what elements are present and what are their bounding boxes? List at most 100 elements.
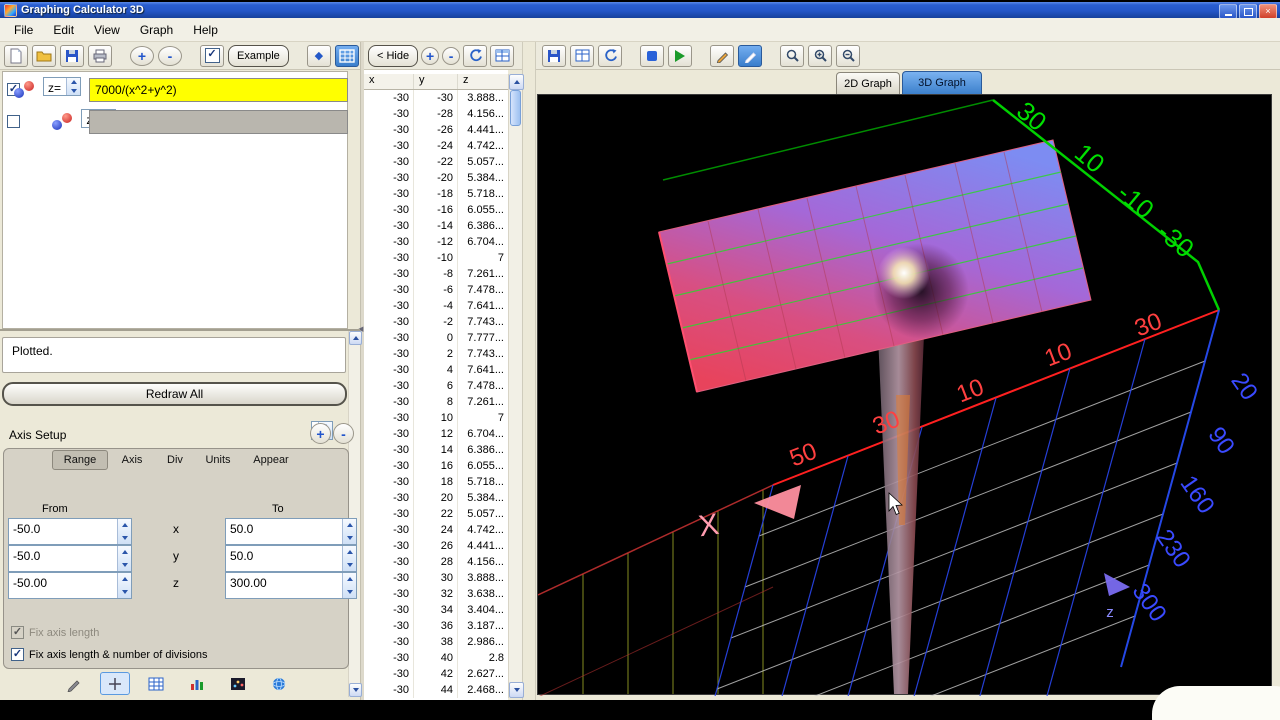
table-row[interactable]: -30 22 5.057... <box>364 506 508 522</box>
table-row[interactable]: -30 4 7.641... <box>364 362 508 378</box>
range-to-field[interactable]: 50.0 <box>225 545 357 572</box>
table-row[interactable]: -30 2 7.743... <box>364 346 508 362</box>
graph-3d-view[interactable]: 30 10 -10 -30 30 10 10 30 50 20 90 160 2… <box>537 94 1272 696</box>
table-row[interactable]: -30 -26 4.441... <box>364 122 508 138</box>
tab-axis[interactable]: Axis <box>110 450 154 470</box>
column-header-x[interactable]: x <box>364 74 414 89</box>
add-equation-button[interactable]: + <box>130 45 154 66</box>
export-table-button[interactable] <box>490 44 515 67</box>
range-from-field[interactable]: -50.0 <box>8 518 132 545</box>
table-row[interactable]: -30 30 3.888... <box>364 570 508 586</box>
redraw-all-button[interactable]: Redraw All <box>2 382 347 406</box>
spinner[interactable] <box>117 546 131 571</box>
table-row[interactable]: -30 24 4.742... <box>364 522 508 538</box>
table-row[interactable]: -30 26 4.441... <box>364 538 508 554</box>
check-equations-button[interactable]: ✓ <box>200 44 224 67</box>
left-panel-scrollbar[interactable] <box>348 331 362 697</box>
minimize-button[interactable] <box>1219 4 1237 19</box>
table-row[interactable]: -30 -8 7.261... <box>364 266 508 282</box>
tab-div[interactable]: Div <box>156 450 194 470</box>
add-axis-button[interactable]: + <box>310 423 331 444</box>
menu-help[interactable]: Help <box>183 20 228 40</box>
tab-3d-graph[interactable]: 3D Graph <box>902 71 982 94</box>
table-row[interactable]: -30 -6 7.478... <box>364 282 508 298</box>
table-zoom-in-button[interactable]: + <box>421 46 440 65</box>
table-row[interactable]: -30 -22 5.057... <box>364 154 508 170</box>
column-header-y[interactable]: y <box>414 74 458 89</box>
spinner[interactable] <box>342 519 356 544</box>
table-row[interactable]: -30 6 7.478... <box>364 378 508 394</box>
table-scrollbar[interactable] <box>508 74 524 698</box>
table-tool-button[interactable] <box>141 672 171 695</box>
equation2-checkbox[interactable] <box>7 115 20 128</box>
spinner[interactable] <box>342 546 356 571</box>
table-row[interactable]: -30 20 5.384... <box>364 490 508 506</box>
new-file-button[interactable] <box>4 44 28 67</box>
zoom-out-button[interactable] <box>836 44 860 67</box>
table-row[interactable]: -30 40 2.8 <box>364 650 508 666</box>
range-from-field[interactable]: -50.0 <box>8 545 132 572</box>
table-row[interactable]: -30 42 2.627... <box>364 666 508 682</box>
table-row[interactable]: -30 38 2.986... <box>364 634 508 650</box>
table-row[interactable]: -30 -2 7.743... <box>364 314 508 330</box>
table-row[interactable]: -30 36 3.187... <box>364 618 508 634</box>
open-file-button[interactable] <box>32 44 56 67</box>
equation2-input[interactable] <box>89 110 348 134</box>
scroll-down-icon[interactable] <box>349 683 362 697</box>
table-row[interactable]: -30 18 5.718... <box>364 474 508 490</box>
stop-rotation-button[interactable] <box>640 44 664 67</box>
show-table-button[interactable] <box>334 44 359 67</box>
recalculate-button[interactable] <box>463 44 488 67</box>
table-row[interactable]: -30 -20 5.384... <box>364 170 508 186</box>
save-image-button[interactable] <box>542 44 566 67</box>
chart-tool-button[interactable] <box>182 672 212 695</box>
spinner[interactable] <box>66 78 81 95</box>
tab-appear[interactable]: Appear <box>242 450 300 470</box>
range-to-field[interactable]: 300.00 <box>225 572 357 599</box>
maximize-button[interactable] <box>1239 4 1257 19</box>
table-row[interactable]: -30 -18 5.718... <box>364 186 508 202</box>
zoom-tool-button[interactable] <box>780 44 804 67</box>
equation1-type-select[interactable]: z= <box>43 77 82 96</box>
table-row[interactable]: -30 -4 7.641... <box>364 298 508 314</box>
range-to-field[interactable]: 50.0 <box>225 518 357 545</box>
equation1-input[interactable]: 7000/(x^2+y^2) <box>89 78 348 102</box>
save-button[interactable] <box>60 44 84 67</box>
spinner[interactable] <box>117 519 131 544</box>
rotate-tool-button[interactable] <box>738 44 762 67</box>
trace-tool-button[interactable] <box>710 44 734 67</box>
play-rotation-button[interactable] <box>668 44 692 67</box>
crosshair-tool-button[interactable] <box>100 672 130 695</box>
table-row[interactable]: -30 12 6.704... <box>364 426 508 442</box>
hide-table-button[interactable]: < Hide <box>368 44 419 67</box>
plot-button[interactable]: ◆ <box>306 44 331 67</box>
refresh-graph-button[interactable] <box>598 44 622 67</box>
table-row[interactable]: -30 32 3.638... <box>364 586 508 602</box>
scroll-up-icon[interactable] <box>349 331 362 345</box>
table-row[interactable]: -30 -16 6.055... <box>364 202 508 218</box>
table-row[interactable]: -30 -10 7 <box>364 250 508 266</box>
globe-tool-button[interactable] <box>264 672 294 695</box>
scrollbar-thumb[interactable] <box>510 90 521 126</box>
table-row[interactable]: -30 -14 6.386... <box>364 218 508 234</box>
table-row[interactable]: -30 14 6.386... <box>364 442 508 458</box>
menu-file[interactable]: File <box>4 20 43 40</box>
table-row[interactable]: -30 28 4.156... <box>364 554 508 570</box>
table-row[interactable]: -30 0 7.777... <box>364 330 508 346</box>
menu-edit[interactable]: Edit <box>43 20 84 40</box>
splitter-right[interactable] <box>522 42 536 700</box>
spinner[interactable] <box>342 573 356 598</box>
table-row[interactable]: -30 8 7.261... <box>364 394 508 410</box>
menu-graph[interactable]: Graph <box>130 20 183 40</box>
table-row[interactable]: -30 -12 6.704... <box>364 234 508 250</box>
tab-range[interactable]: Range <box>52 450 108 470</box>
table-zoom-out-button[interactable]: - <box>442 46 461 65</box>
table-row[interactable]: -30 34 3.404... <box>364 602 508 618</box>
scatter-tool-button[interactable] <box>223 672 253 695</box>
menu-view[interactable]: View <box>84 20 130 40</box>
close-button[interactable]: × <box>1259 4 1277 19</box>
table-row[interactable]: -30 -30 3.888... <box>364 90 508 106</box>
print-button[interactable] <box>88 44 112 67</box>
fix-axis-divisions-checkbox[interactable]: ✓ <box>11 648 24 661</box>
scroll-down-icon[interactable] <box>509 682 524 698</box>
